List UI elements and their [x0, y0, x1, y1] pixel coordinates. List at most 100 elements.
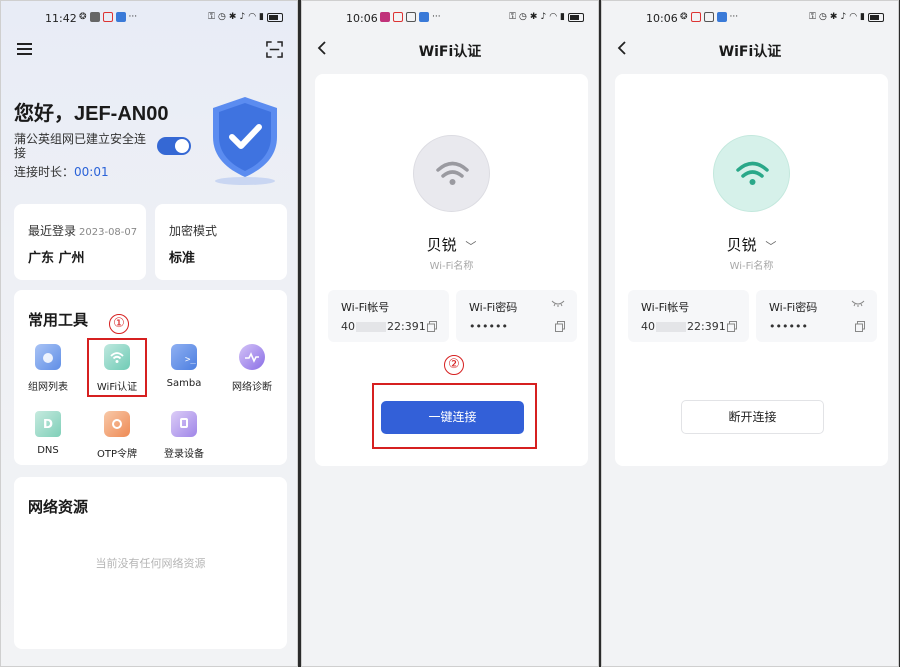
redacted-block — [656, 322, 686, 332]
last-login-label: 最近登录 2023-08-07 — [28, 222, 137, 239]
key-icon: ⚿ — [208, 12, 216, 22]
encryption-card: 加密模式 标准 — [155, 204, 287, 280]
sim-icon: ▮ — [860, 12, 865, 22]
tool-label: OTP令牌 — [96, 449, 137, 460]
duration-label: 连接时长： — [14, 165, 75, 179]
battery-icon — [868, 12, 884, 22]
duration-value: 00:01 — [74, 165, 109, 179]
wifi-status-icon: ◠ — [248, 12, 257, 22]
network-resources-card: 网络资源 当前没有任何网络资源 — [14, 477, 287, 649]
status-bar: 10:06 ··· ⚿ ◷ ✱ ♪ ◠ ▮ — [302, 11, 598, 27]
diagnostic-icon — [239, 344, 265, 370]
password-label: Wi-Fi密码 — [769, 301, 818, 314]
status-time: 10:06 — [346, 12, 378, 25]
encryption-label: 加密模式 — [169, 224, 218, 238]
wifi-status-badge — [713, 135, 790, 212]
tool-login-device[interactable]: 登录设备 — [152, 411, 216, 460]
status-time: 10:06 — [646, 12, 678, 25]
more-icon: ··· — [128, 12, 138, 22]
wifi-icon — [436, 161, 469, 185]
status-bar: 10:06 ❂ ··· ⚿ ◷ ✱ ♪ ◠ ▮ — [602, 11, 898, 27]
connection-duration: 连接时长：00:01 — [14, 163, 109, 180]
last-login-label-text: 最近登录 — [28, 224, 77, 238]
page-title: WiFi认证 — [418, 44, 482, 60]
wifi-icon — [736, 161, 769, 185]
battery-icon — [267, 12, 283, 22]
wifi-ssid[interactable]: 贝锐 ﹀ — [615, 234, 888, 255]
tool-label: DNS — [37, 445, 59, 456]
greeting-title: 您好，JEF-AN00 — [14, 103, 169, 125]
wifi-account-field: Wi-Fi帐号 40 22:391 — [328, 290, 449, 342]
wifi-auth-screen-connected: 10:06 ❂ ··· ⚿ ◷ ✱ ♪ ◠ ▮ WiFi认证 贝锐 ﹀ Wi-F… — [601, 0, 899, 667]
chevron-down-icon: ﹀ — [765, 240, 777, 253]
menu-icon[interactable] — [17, 43, 32, 55]
tool-label: Samba — [166, 378, 202, 389]
tool-network-diagnostic[interactable]: 网络诊断 — [220, 344, 284, 393]
wifi-ssid[interactable]: 贝锐 ﹀ — [315, 234, 588, 255]
app-notification-icon — [380, 12, 390, 22]
more-icon: ··· — [432, 12, 441, 22]
key-icon: ⚿ — [809, 12, 817, 22]
security-shield-icon — [213, 97, 277, 185]
app-notification-icon — [406, 12, 416, 22]
tool-network-list[interactable]: 组网列表 — [16, 344, 80, 393]
bluetooth-icon: ✱ — [529, 12, 538, 22]
mute-icon: ♪ — [540, 12, 547, 22]
tool-label: 组网列表 — [28, 382, 68, 393]
chevron-down-icon: ﹀ — [465, 240, 477, 253]
tool-label: 登录设备 — [164, 449, 204, 460]
one-click-connect-button[interactable]: 一键连接 — [381, 401, 524, 434]
scan-icon[interactable] — [266, 41, 283, 58]
system-icons: ⚿ ◷ ✱ ♪ ◠ ▮ — [509, 12, 584, 22]
eye-closed-icon[interactable] — [551, 300, 565, 307]
app-notification-icon: ❂ — [79, 12, 87, 22]
disconnect-button[interactable]: 断开连接 — [681, 400, 824, 434]
eye-closed-icon[interactable] — [851, 300, 865, 307]
bluetooth-icon: ✱ — [829, 12, 838, 22]
otp-token-icon — [104, 411, 130, 437]
redacted-block — [356, 322, 386, 332]
system-icons: ⚿ ◷ ✱ ♪ ◠ ▮ — [208, 12, 283, 22]
copy-icon[interactable] — [555, 321, 565, 332]
resources-empty-text: 当前没有任何网络资源 — [95, 557, 206, 570]
login-device-icon — [171, 411, 197, 437]
sim-icon: ▮ — [259, 12, 264, 22]
wifi-account-field: Wi-Fi帐号 40 22:391 — [628, 290, 749, 342]
app-notification-icon — [419, 12, 429, 22]
battery-icon — [568, 12, 584, 22]
more-icon: ··· — [729, 12, 739, 22]
system-icons: ⚿ ◷ ✱ ♪ ◠ ▮ — [809, 12, 884, 22]
tool-samba[interactable]: >_ Samba — [152, 344, 216, 389]
app-notification-icon: ❂ — [680, 12, 688, 22]
wifi-password-field: Wi-Fi密码 •••••• — [756, 290, 877, 342]
tool-label: WiFi认证 — [96, 382, 138, 393]
last-login-card: 最近登录 2023-08-07 广东 广州 — [14, 204, 146, 280]
status-bar: 11:42 ❂ ··· ⚿ ◷ ✱ ♪ ◠ ▮ — [1, 11, 297, 27]
last-login-location: 广东 广州 — [28, 251, 85, 266]
wifi-status-icon: ◠ — [849, 12, 858, 22]
app-notification-icon — [703, 12, 714, 22]
encryption-value: 标准 — [169, 251, 196, 266]
wifi-auth-screen-disconnected: 10:06 ··· ⚿ ◷ ✱ ♪ ◠ ▮ WiFi认证 贝锐 ﹀ Wi-Fi名… — [301, 0, 599, 667]
key-icon: ⚿ — [509, 12, 517, 22]
status-time: 11:42 — [45, 12, 77, 25]
app-notification-icon — [690, 12, 701, 22]
connection-toggle[interactable] — [157, 137, 191, 155]
network-list-icon — [35, 344, 61, 370]
app-notification-icon — [115, 12, 126, 22]
wifi-status-badge — [413, 135, 490, 212]
connection-status-text: 蒲公英组网已建立安全连接 — [14, 132, 147, 160]
tool-wifi-auth[interactable]: WiFi认证 — [85, 344, 149, 393]
password-label: Wi-Fi密码 — [469, 301, 518, 314]
copy-icon[interactable] — [727, 321, 737, 332]
ssid-caption: Wi-Fi名称 — [729, 261, 774, 272]
tool-dns[interactable]: D DNS — [16, 411, 80, 456]
resources-title: 网络资源 — [28, 498, 89, 516]
password-value: •••••• — [769, 320, 808, 333]
copy-icon[interactable] — [855, 321, 865, 332]
account-suffix: 22:391 — [387, 320, 426, 333]
mute-icon: ♪ — [840, 12, 847, 22]
ssid-text: 贝锐 — [426, 236, 457, 254]
tool-otp-token[interactable]: OTP令牌 — [85, 411, 149, 460]
copy-icon[interactable] — [427, 321, 437, 332]
